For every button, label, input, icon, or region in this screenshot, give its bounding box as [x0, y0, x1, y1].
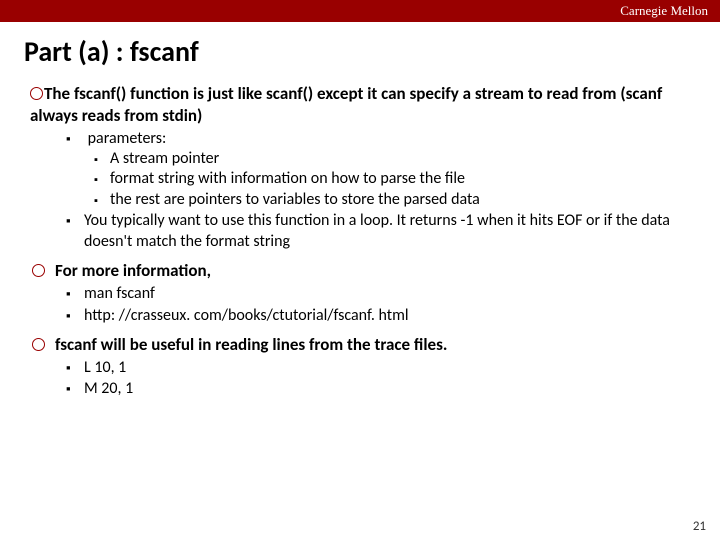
bullet-marker-icon: [32, 264, 45, 277]
sub-item: M 20, 1: [84, 379, 690, 399]
bullet-1-sublist: parameters: A stream pointer format stri…: [30, 129, 690, 253]
sub-item: http: //crasseux. com/books/ctutorial/fs…: [84, 306, 690, 326]
bullet-2: For more information,: [30, 260, 690, 282]
slide: Carnegie Mellon Part (a) : fscanf The fs…: [0, 0, 720, 540]
sub-item-params: parameters: A stream pointer format stri…: [84, 129, 690, 211]
bullet-3-text: fscanf will be useful in reading lines f…: [55, 334, 447, 355]
org-label: Carnegie Mellon: [620, 3, 708, 19]
bullet-1-text: The fscanf() function is just like scanf…: [30, 83, 662, 126]
bullet-3: fscanf will be useful in reading lines f…: [30, 334, 690, 356]
page-number: 21: [693, 519, 706, 534]
param-item: A stream pointer: [110, 149, 690, 169]
param-item: the rest are pointers to variables to st…: [110, 190, 690, 210]
bullet-1: The fscanf() function is just like scanf…: [30, 83, 690, 127]
sub-item-loop: You typically want to use this function …: [84, 211, 690, 252]
content: The fscanf() function is just like scanf…: [0, 69, 720, 400]
bullet-marker-icon: [32, 338, 45, 351]
bullet-marker-icon: [30, 87, 43, 100]
slide-title: Part (a) : fscanf: [0, 22, 720, 69]
param-item: format string with information on how to…: [110, 169, 690, 189]
params-list: A stream pointer format string with info…: [84, 149, 690, 210]
sub-item: man fscanf: [84, 284, 690, 304]
header-bar: Carnegie Mellon: [0, 0, 720, 22]
params-label: parameters:: [88, 129, 167, 148]
bullet-2-sublist: man fscanf http: //crasseux. com/books/c…: [30, 284, 690, 326]
sub-item: L 10, 1: [84, 358, 690, 378]
bullet-3-sublist: L 10, 1 M 20, 1: [30, 358, 690, 400]
bullet-2-text: For more information,: [55, 260, 211, 281]
